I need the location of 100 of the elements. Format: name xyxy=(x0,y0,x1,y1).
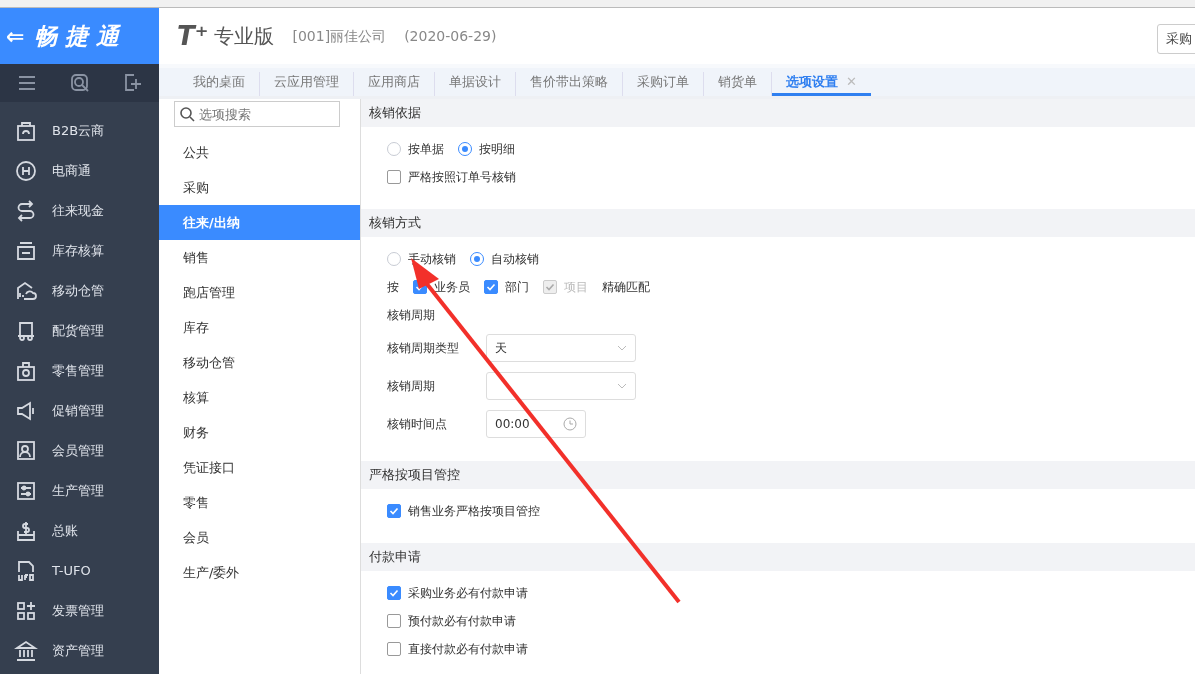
bank-icon xyxy=(14,639,38,663)
option-label: 精确匹配 xyxy=(602,279,650,296)
tab[interactable]: 采购订单 xyxy=(623,71,704,96)
sidebar-label: T-UFO xyxy=(52,562,91,581)
sidebar-label: 总账 xyxy=(52,522,78,541)
radio-label: 按明细 xyxy=(479,141,515,158)
tab[interactable]: 云应用管理 xyxy=(260,71,354,96)
section-header: 付款申请 xyxy=(361,543,1195,571)
checkbox[interactable] xyxy=(387,170,401,184)
option-category[interactable]: 库存 xyxy=(159,310,360,345)
option-category[interactable]: 移动仓管 xyxy=(159,345,360,380)
sidebar-label: 生产管理 xyxy=(52,482,104,501)
checkbox-label: 预付款必有付款申请 xyxy=(408,613,516,630)
tab[interactable]: 单据设计 xyxy=(435,71,516,96)
sidebar-label: 电商通 xyxy=(52,162,91,181)
radio-button[interactable] xyxy=(387,252,401,266)
sidebar-label: 移动仓管 xyxy=(52,282,104,301)
radio-button[interactable] xyxy=(387,142,401,156)
option-category[interactable]: 生产/委外 xyxy=(159,555,360,590)
sidebar-item[interactable]: 资产管理 xyxy=(0,631,159,671)
tab[interactable]: 应用商店 xyxy=(354,71,435,96)
checkbox-label: 项目 xyxy=(564,279,588,296)
section-header: 核销依据 xyxy=(361,99,1195,127)
sidebar-item[interactable]: 移动仓管 xyxy=(0,271,159,311)
checkbox[interactable] xyxy=(387,614,401,628)
sidebar-item[interactable]: 库存核算 xyxy=(0,231,159,271)
product-edition: 专业版 xyxy=(214,23,275,50)
chevron-down-icon xyxy=(617,383,627,389)
checkmark-icon xyxy=(389,506,399,516)
field-label: 核销周期 xyxy=(387,307,435,324)
tab[interactable]: 我的桌面 xyxy=(179,71,260,96)
sidebar-item[interactable]: 发票管理 xyxy=(0,591,159,631)
checkbox-label: 采购业务必有付款申请 xyxy=(408,585,528,602)
sidebar-label: 零售管理 xyxy=(52,362,104,381)
option-category[interactable]: 公共 xyxy=(159,135,360,170)
sliders-icon xyxy=(14,479,38,503)
sidebar-item[interactable]: 促销管理 xyxy=(0,391,159,431)
sidebar-label: 促销管理 xyxy=(52,402,104,421)
clock-icon xyxy=(563,417,577,431)
sidebar-item[interactable]: B2B云商 xyxy=(0,111,159,151)
sidebar-label: 配货管理 xyxy=(52,322,104,341)
search-icon[interactable] xyxy=(68,72,91,94)
sidebar-item[interactable]: T-UFO xyxy=(0,551,159,591)
sidebar-item[interactable]: 电商通 xyxy=(0,151,159,191)
bag-icon xyxy=(14,119,38,143)
checkbox-label: 严格按照订单号核销 xyxy=(408,169,516,186)
option-category[interactable]: 销售 xyxy=(159,240,360,275)
sidebar-label: 往来现金 xyxy=(52,202,104,221)
purchase-button[interactable]: 采购 xyxy=(1157,24,1195,54)
member-card-icon xyxy=(14,439,38,463)
sidebar-item[interactable]: 会员管理 xyxy=(0,431,159,471)
company-name: [001]丽佳公司 xyxy=(292,26,387,46)
checkbox-label: 直接付款必有付款申请 xyxy=(408,641,528,658)
radio-button[interactable] xyxy=(458,142,472,156)
section-header: 严格按项目管控 xyxy=(361,461,1195,489)
money-tray-icon xyxy=(14,519,38,543)
checkbox[interactable] xyxy=(484,280,498,294)
checkbox[interactable] xyxy=(387,642,401,656)
grid-plus-icon xyxy=(14,599,38,623)
dropdown-field[interactable] xyxy=(486,372,636,400)
tab[interactable]: 售价带出策略 xyxy=(516,71,623,96)
checkmark-icon xyxy=(486,282,496,292)
checkbox-label: 业务员 xyxy=(434,279,470,296)
sidebar-item[interactable]: 生产管理 xyxy=(0,471,159,511)
printer-icon xyxy=(14,239,38,263)
sidebar-item[interactable]: 零售管理 xyxy=(0,351,159,391)
sidebar-item[interactable]: 总账 xyxy=(0,511,159,551)
account-date: (2020-06-29) xyxy=(404,26,497,46)
tab[interactable]: 选项设置 ✕ xyxy=(772,71,871,96)
sidebar-item[interactable]: 配货管理 xyxy=(0,311,159,351)
dropdown-field[interactable]: 天 xyxy=(486,334,636,362)
radio-label: 按单据 xyxy=(408,141,444,158)
checkbox[interactable] xyxy=(387,504,401,518)
sidebar-label: B2B云商 xyxy=(52,122,105,141)
option-category[interactable]: 会员 xyxy=(159,520,360,555)
option-category[interactable]: 跑店管理 xyxy=(159,275,360,310)
section-header: 核销方式 xyxy=(361,209,1195,237)
product-logo: T⁺ xyxy=(177,19,209,53)
sidebar-label: 发票管理 xyxy=(52,602,104,621)
option-category[interactable]: 采购 xyxy=(159,170,360,205)
field-label: 核销周期 xyxy=(387,378,436,395)
checkmark-icon xyxy=(389,588,399,598)
checkbox[interactable] xyxy=(387,586,401,600)
sidebar-item[interactable]: 往来现金 xyxy=(0,191,159,231)
option-category[interactable]: 核算 xyxy=(159,380,360,415)
time-field[interactable]: 00:00 xyxy=(486,410,586,438)
checkbox-label: 部门 xyxy=(505,279,529,296)
tab[interactable]: 销货单 xyxy=(704,71,772,96)
brand-logo: 畅 捷 通 xyxy=(34,21,120,51)
field-label: 核销时间点 xyxy=(387,416,448,433)
option-category[interactable]: 零售 xyxy=(159,485,360,520)
radio-button[interactable] xyxy=(470,252,484,266)
sidebar-label: 库存核算 xyxy=(52,242,104,261)
option-category[interactable]: 凭证接口 xyxy=(159,450,360,485)
option-category[interactable]: 财务 xyxy=(159,415,360,450)
search-field[interactable]: 选项搜索 xyxy=(174,101,340,127)
warehouse-cloud-icon xyxy=(14,279,38,303)
chevron-down-icon xyxy=(617,345,627,351)
sidebar-label: 资产管理 xyxy=(52,642,104,661)
radio-label: 自动核销 xyxy=(491,251,539,268)
